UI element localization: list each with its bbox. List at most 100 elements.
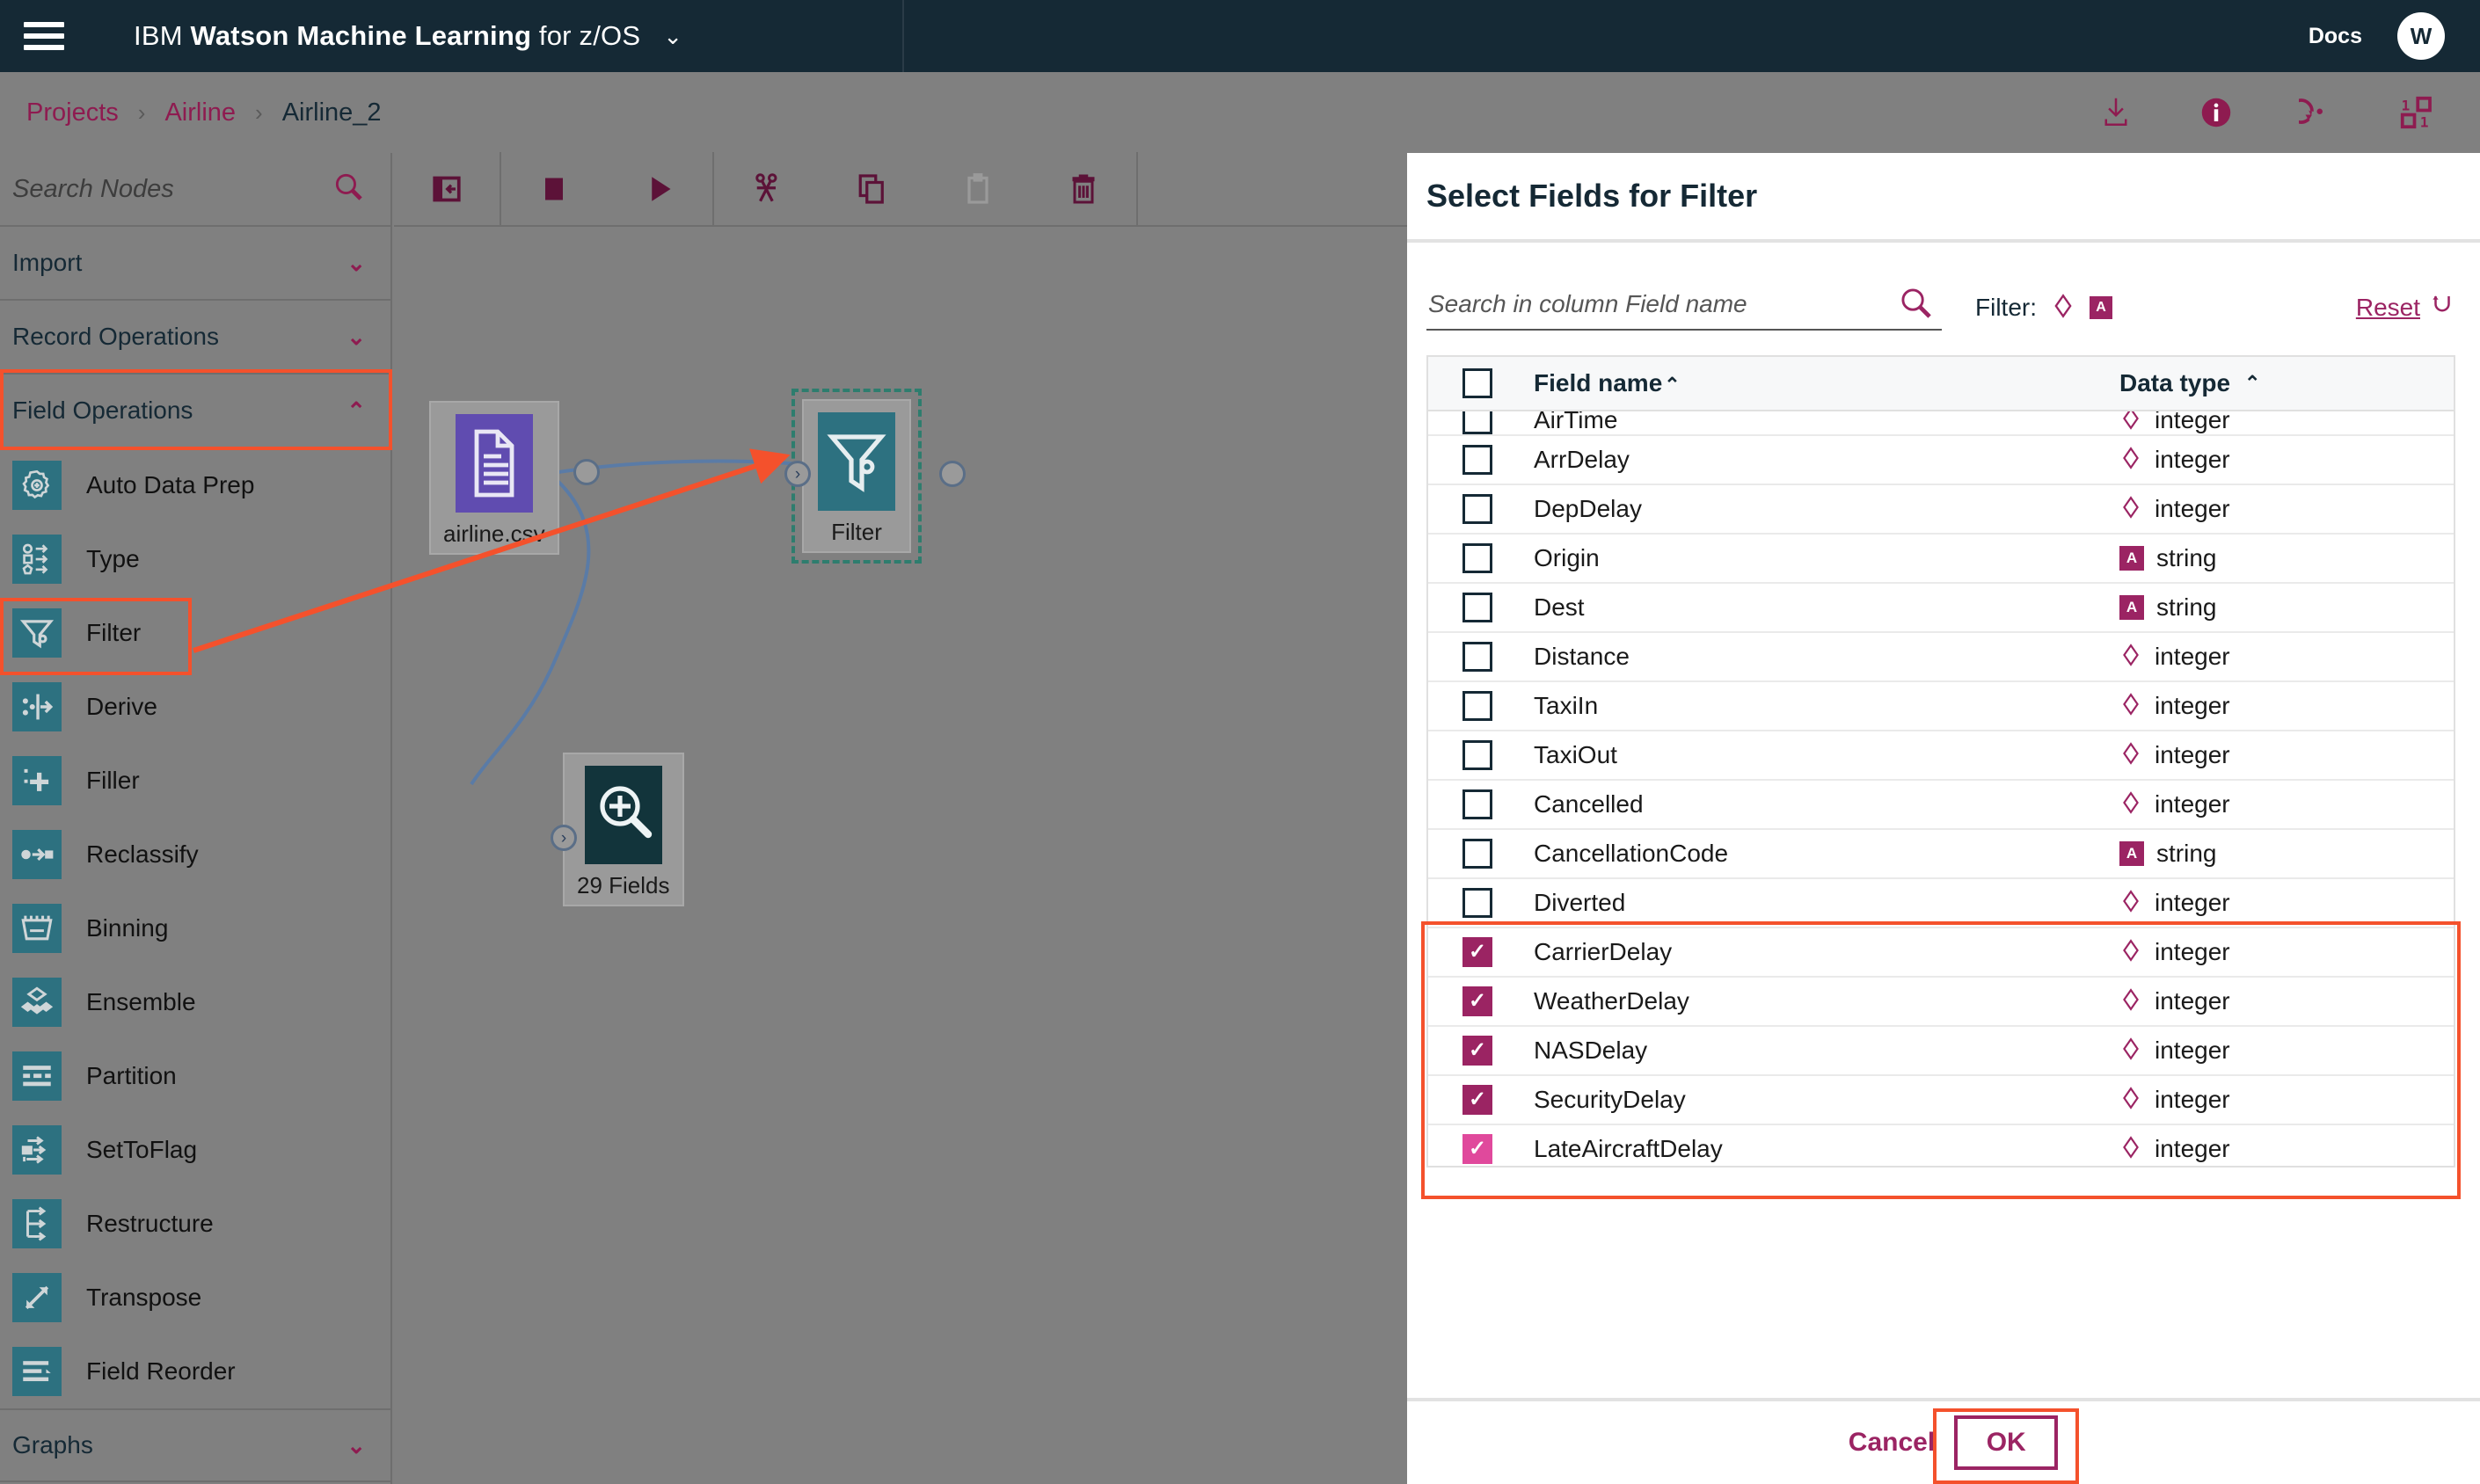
delete-button[interactable] [1031, 152, 1136, 226]
table-row[interactable]: DepDelay integer [1428, 485, 2454, 535]
palette-item-binning[interactable]: Binning [0, 891, 390, 965]
row-checkbox[interactable] [1462, 642, 1492, 672]
palette-item-transpose[interactable]: Transpose [0, 1261, 390, 1335]
toggle-palette-button[interactable] [394, 152, 500, 226]
table-row[interactable]: ✓ NASDelay integer [1428, 1027, 2454, 1076]
table-row[interactable]: Dest Astring [1428, 584, 2454, 633]
palette-item-type[interactable]: Type [0, 522, 390, 596]
palette-section-import[interactable]: Import ⌄ [0, 227, 390, 301]
chevron-down-icon[interactable]: ⌄ [663, 25, 682, 47]
stop-button[interactable] [501, 152, 607, 226]
row-checkbox[interactable] [1462, 691, 1492, 721]
breadcrumb-item-airline[interactable]: Airline [164, 98, 236, 127]
palette-item-settoflag[interactable]: SetToFlag [0, 1113, 390, 1187]
palette-item-partition[interactable]: Partition [0, 1039, 390, 1113]
reset-button[interactable]: Reset [2356, 292, 2455, 324]
download-icon[interactable] [2097, 93, 2135, 132]
row-checkbox[interactable]: ✓ [1462, 937, 1492, 967]
row-checkbox[interactable]: ✓ [1462, 1085, 1492, 1115]
undo-history-icon[interactable] [2297, 93, 2336, 132]
row-checkbox[interactable]: ✓ [1462, 1036, 1492, 1066]
table-row[interactable]: Origin Astring [1428, 535, 2454, 584]
node-box[interactable]: airline.csv [429, 401, 559, 555]
node-input-port[interactable]: › [551, 825, 577, 851]
row-checkbox[interactable] [1462, 839, 1492, 869]
integer-type-toggle[interactable] [2051, 293, 2075, 323]
cancel-button[interactable]: Cancel [1829, 1428, 1954, 1458]
palette-section-field-operations[interactable]: Field Operations ⌃ [0, 375, 390, 448]
flow-node-airline-csv[interactable]: airline.csv [429, 401, 600, 555]
row-checkbox[interactable] [1462, 888, 1492, 918]
row-checkbox[interactable] [1462, 411, 1492, 434]
node-box[interactable]: Filter [802, 399, 911, 553]
run-button[interactable] [607, 152, 712, 226]
table-row[interactable]: TaxiOut integer [1428, 731, 2454, 781]
row-checkbox[interactable] [1462, 543, 1492, 573]
palette-item-derive[interactable]: Derive [0, 670, 390, 744]
palette-item-auto-data-prep[interactable]: Auto Data Prep [0, 448, 390, 522]
data-type-text: integer [2155, 889, 2230, 916]
field-name-text: AirTime [1534, 411, 1618, 433]
menu-button[interactable] [0, 0, 88, 72]
table-row[interactable]: Diverted integer [1428, 879, 2454, 928]
avatar[interactable]: W [2397, 12, 2445, 60]
palette-item-restructure[interactable]: Restructure [0, 1187, 390, 1261]
row-checkbox-cell [1428, 543, 1527, 573]
table-row[interactable]: ✓ WeatherDelay integer [1428, 978, 2454, 1027]
data-type-text: integer [2155, 446, 2230, 473]
ok-button[interactable]: OK [1954, 1415, 2059, 1470]
select-all-checkbox[interactable] [1462, 368, 1492, 398]
table-rows[interactable]: AirTime integer ArrDelay integer DepDelay int… [1428, 411, 2454, 1166]
row-checkbox[interactable] [1462, 789, 1492, 819]
field-search-input[interactable] [1426, 285, 1942, 331]
column-header-field-name[interactable]: Field name⌃ [1527, 369, 2119, 397]
table-row[interactable]: Cancelled integer [1428, 781, 2454, 830]
node-output-port[interactable] [939, 461, 966, 487]
palette-item-label: Type [86, 545, 140, 572]
palette-item-filter[interactable]: Filter [0, 596, 390, 670]
table-row[interactable]: ✓ CarrierDelay integer [1428, 928, 2454, 978]
row-checkbox[interactable] [1462, 494, 1492, 524]
copy-button[interactable] [820, 152, 925, 226]
row-checkbox-cell [1428, 740, 1527, 770]
search-icon[interactable] [332, 171, 366, 208]
palette-item-reclassify[interactable]: Reclassify [0, 818, 390, 891]
table-row[interactable]: ArrDelay integer [1428, 436, 2454, 485]
row-checkbox[interactable] [1462, 593, 1492, 622]
cut-button[interactable] [714, 152, 820, 226]
row-data-type: integer [2119, 495, 2454, 523]
docs-link[interactable]: Docs [2309, 24, 2362, 49]
paste-button[interactable] [925, 152, 1031, 226]
table-row[interactable]: ✓ LateAircraftDelay integer [1428, 1125, 2454, 1166]
palette-section-graphs[interactable]: Graphs ⌄ [0, 1408, 390, 1482]
node-box[interactable]: 29 Fields [563, 753, 684, 906]
info-icon[interactable] [2197, 93, 2236, 132]
palette-item-label: Restructure [86, 1210, 214, 1237]
table-row[interactable]: ✓ SecurityDelay integer [1428, 1076, 2454, 1125]
dialog-header: Select Fields for Filter [1407, 153, 2480, 243]
palette-section-record-operations[interactable]: Record Operations ⌄ [0, 301, 390, 375]
row-checkbox[interactable] [1462, 445, 1492, 475]
flow-node-filter[interactable]: Filter › [784, 389, 966, 564]
table-row[interactable]: Distance integer [1428, 633, 2454, 682]
row-checkbox-cell: ✓ [1428, 986, 1527, 1016]
row-checkbox[interactable]: ✓ [1462, 1134, 1492, 1164]
table-row[interactable]: TaxiIn integer [1428, 682, 2454, 731]
node-input-port[interactable]: › [784, 461, 811, 487]
binary-grid-icon[interactable]: 1 1 [2397, 93, 2436, 132]
column-header-data-type[interactable]: Data type ⌃ [2119, 369, 2454, 397]
node-output-port[interactable] [573, 459, 600, 485]
breadcrumb-item-projects[interactable]: Projects [26, 98, 119, 127]
row-checkbox[interactable] [1462, 740, 1492, 770]
row-checkbox[interactable]: ✓ [1462, 986, 1492, 1016]
flow-canvas[interactable]: airline.csv Filter › 29 Fields › [394, 227, 1407, 1484]
table-row[interactable]: CancellationCode Astring [1428, 830, 2454, 879]
string-type-toggle[interactable]: A [2090, 296, 2112, 319]
search-nodes-input[interactable] [12, 174, 294, 204]
flow-node-29-fields[interactable]: 29 Fields › [551, 753, 684, 906]
palette-item-ensemble[interactable]: Ensemble [0, 965, 390, 1039]
palette-item-filler[interactable]: Filler [0, 744, 390, 818]
table-row[interactable]: AirTime integer [1428, 411, 2454, 436]
palette-item-field-reorder[interactable]: Field Reorder [0, 1335, 390, 1408]
search-icon[interactable] [1898, 285, 1935, 326]
